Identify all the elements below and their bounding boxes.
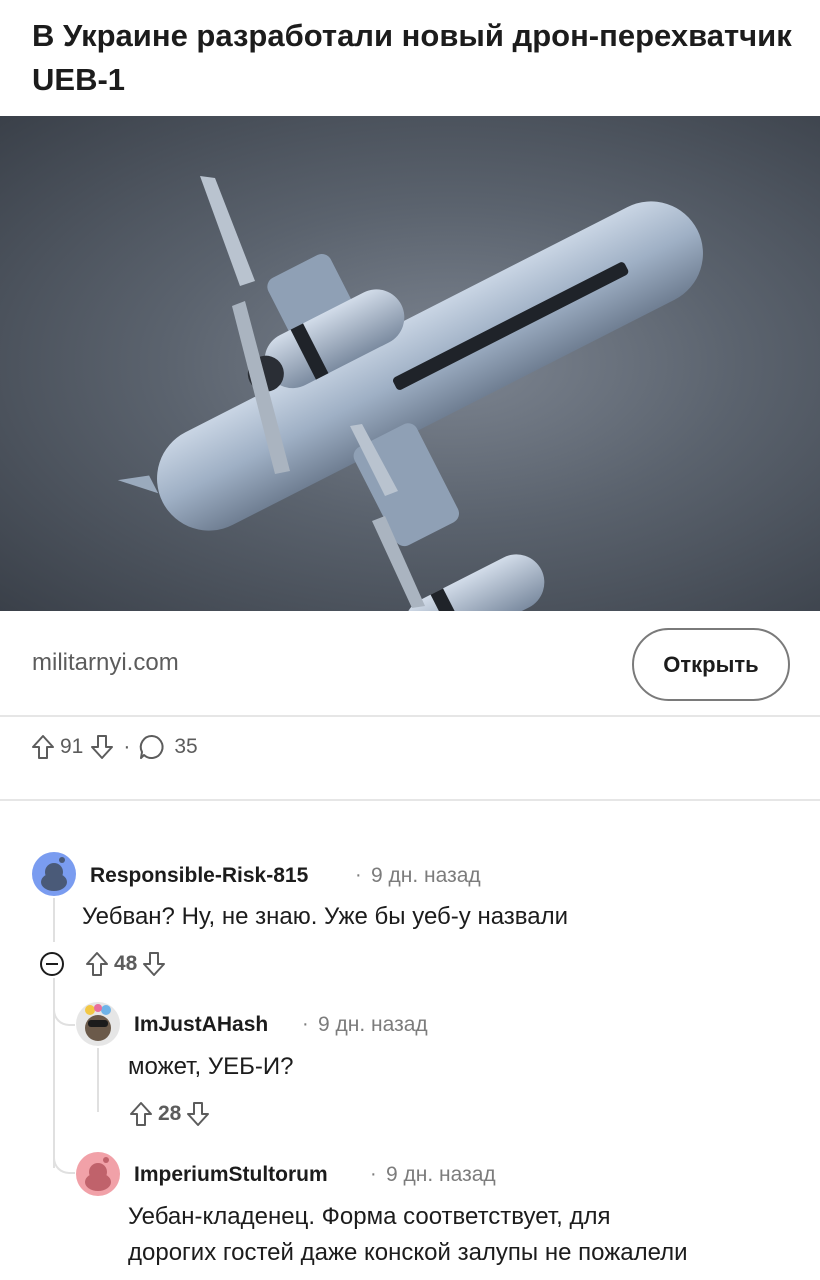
comment-timestamp: 9 дн. назад — [386, 1163, 496, 1186]
separator-dot: · — [123, 735, 131, 758]
separator-dot: · — [302, 1013, 309, 1035]
comment-author[interactable]: ImperiumStultorum — [134, 1163, 328, 1187]
comment-body-line: дорогих гостей даже конской залупы не по… — [128, 1239, 688, 1266]
thread-line — [97, 1048, 99, 1112]
comment-author[interactable]: ImJustAHash — [134, 1013, 268, 1037]
avatar[interactable] — [32, 852, 76, 896]
arrow-up-icon[interactable] — [84, 950, 110, 978]
thread-connector — [53, 1004, 75, 1026]
drone-illustration — [117, 176, 703, 611]
avatar[interactable] — [76, 1152, 120, 1196]
avatar[interactable] — [76, 1002, 120, 1046]
comment-score: 48 — [114, 952, 138, 975]
separator-dot: · — [355, 864, 362, 886]
comment-timestamp: 9 дн. назад — [318, 1013, 428, 1036]
comment-body: Уебван? Ну, не знаю. Уже бы уеб-у назвал… — [82, 903, 569, 930]
thread-connector — [53, 1152, 75, 1174]
comment-body-line: Уебан-кладенец. Форма соответствует, для — [128, 1203, 611, 1230]
separator-dot: · — [370, 1163, 377, 1185]
post-score: 91 — [60, 735, 84, 758]
thread-line — [53, 898, 55, 942]
comments-count[interactable]: 35 — [174, 735, 197, 759]
comment-vote-row: 48 — [38, 950, 167, 978]
comment-author[interactable]: Responsible-Risk-815 — [90, 864, 308, 888]
arrow-up-icon[interactable] — [128, 1100, 154, 1128]
link-domain[interactable]: militarnyi.com — [32, 649, 179, 677]
comment-score: 28 — [158, 1102, 182, 1125]
arrow-down-icon[interactable] — [141, 950, 167, 978]
post-actions: 91 · 35 — [30, 730, 204, 764]
arrow-up-icon[interactable] — [30, 733, 56, 761]
divider — [0, 799, 820, 801]
comment-timestamp: 9 дн. назад — [371, 864, 481, 887]
speech-bubble-icon[interactable] — [138, 733, 166, 761]
open-link-button[interactable]: Открыть — [632, 628, 790, 701]
comment-body: может, УЕБ-И? — [128, 1053, 294, 1080]
post-image[interactable] — [0, 116, 820, 611]
arrow-down-icon[interactable] — [89, 733, 115, 761]
divider — [0, 715, 820, 717]
post-title: В Украине разработали новый дрон-перехва… — [32, 18, 792, 97]
comment-vote-row: 28 — [128, 1100, 211, 1128]
arrow-down-icon[interactable] — [185, 1100, 211, 1128]
minus-circle-icon[interactable] — [38, 950, 66, 978]
